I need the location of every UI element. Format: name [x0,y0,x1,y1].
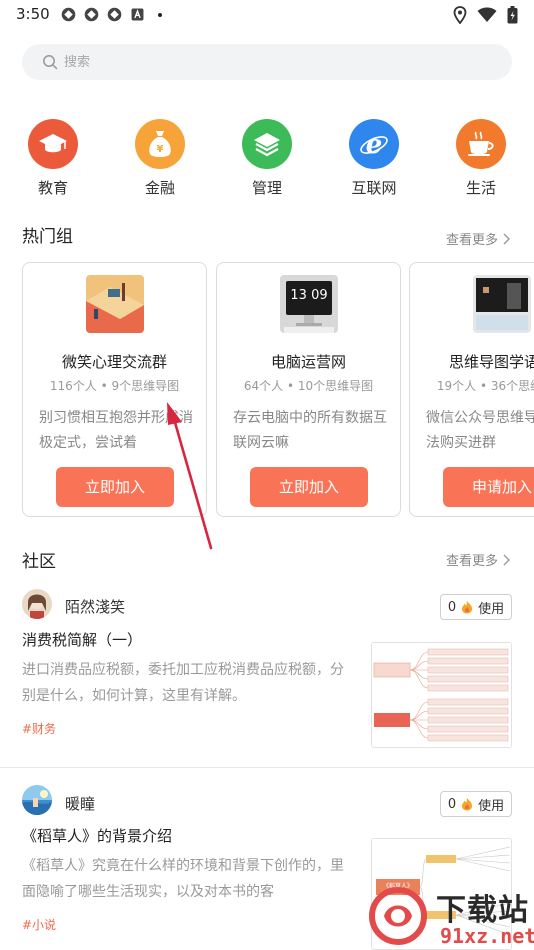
watermark-text: 下载站 [436,893,529,928]
category-education[interactable]: 教育 [18,119,88,198]
a-box-icon [131,8,144,21]
watermark-url: 91xz.net [440,924,534,948]
use-template-button[interactable]: 0 使用 [440,594,512,620]
group-cover-image: 13 09 [280,275,338,333]
group-meta: 116个人 • 9个思维导图 [49,379,180,393]
post-author[interactable]: 暖瞳 [65,793,95,814]
post-title[interactable]: 消费税简解（一） [22,629,142,650]
group-cover-image [86,275,144,333]
layers-icon [242,119,292,169]
group-description: 存云电脑中的所有数据互联网云嘛 [233,410,387,451]
app-notification-icon [107,7,122,22]
svg-text:e: e [366,130,383,160]
category-label: 金融 [144,179,175,197]
category-management[interactable]: 管理 [232,119,302,198]
group-meta: 64个人 • 10个思维导图 [243,379,374,393]
use-label: 使用 [478,601,505,617]
post-divider [0,767,534,768]
post-title[interactable]: 《稻草人》的背景介绍 [22,825,172,846]
app-notification-icon [84,7,99,22]
category-label: 教育 [37,179,68,197]
flame-icon [462,601,473,614]
avatar[interactable] [22,589,52,619]
apply-join-button[interactable]: 申请加入 [443,467,534,507]
post-tag[interactable]: #小说 [22,916,56,933]
notification-icons [60,6,162,23]
chevron-right-icon [503,233,511,244]
graduation-cap-icon [28,119,78,169]
join-group-button[interactable]: 立即加入 [250,467,368,507]
more-notifications-dot [158,12,162,17]
monitor-clock-text: 13 09 [290,288,328,303]
search-input[interactable] [64,44,484,80]
wifi-icon [477,7,497,22]
site-watermark: 下载站 91xz.net [362,880,534,950]
group-cover-image [473,275,531,333]
location-icon [453,6,467,24]
category-finance[interactable]: ¥ 金融 [125,119,195,198]
more-label: 查看更多 [446,554,499,569]
system-icons [453,6,518,24]
community-title: 社区 [22,552,56,572]
mindmap-thumbnail[interactable] [371,642,512,748]
app-notification-icon [61,7,76,22]
community-more-link[interactable]: 查看更多 [446,550,511,569]
status-bar: 3:50 [0,0,534,30]
avatar[interactable] [22,785,52,815]
join-group-button[interactable]: 立即加入 [56,467,174,507]
category-life[interactable]: 生活 [446,119,516,198]
use-label: 使用 [478,798,505,814]
group-meta: 19个人 • 36个思维导图 [436,379,534,393]
group-card[interactable]: 微笑心理交流群 116个人 • 9个思维导图 别习惯相互抱怨并形成消极定式，尝试… [22,262,207,517]
hot-groups-carousel[interactable]: 微笑心理交流群 116个人 • 9个思维导图 别习惯相互抱怨并形成消极定式，尝试… [0,262,534,518]
status-time: 3:50 [16,5,50,23]
category-row: 教育 ¥ 金融 管理 e 互联网 生活 [0,119,534,199]
group-card[interactable]: 思维导图学语法 19个人 • 36个思维导图 微信公众号思维导图学语法购买进群 … [409,262,534,517]
search-icon [43,55,58,70]
svg-text:¥: ¥ [157,144,164,155]
site-logo-icon [369,887,427,945]
flame-icon [462,798,473,811]
use-count: 0 [447,796,457,812]
group-name: 微笑心理交流群 [61,353,167,371]
search-bar[interactable] [22,44,512,80]
category-label: 生活 [465,179,496,197]
post-body: 《稻草人》究竟在什么样的环境和背景下创作的，里面隐喻了哪些生活现实，以及对本书的… [22,858,344,900]
coffee-cup-icon [456,119,506,169]
category-internet[interactable]: e 互联网 [339,119,409,198]
group-name: 思维导图学语法 [448,353,534,371]
internet-explorer-icon: e [349,119,399,169]
hot-groups-title: 热门组 [22,227,73,247]
post-tag[interactable]: #财务 [22,720,56,737]
more-label: 查看更多 [446,233,499,248]
use-template-button[interactable]: 0 使用 [440,791,512,817]
group-description: 别习惯相互抱怨并形成消极定式，尝试着 [39,410,193,451]
money-bag-icon: ¥ [135,119,185,169]
battery-icon [507,6,518,24]
category-label: 管理 [251,179,282,197]
post-author[interactable]: 陌然淺笑 [65,596,125,617]
post-body: 进口消费品应税额，委托加工应税消费品应税额，分别是什么，如何计算，这里有详解。 [22,662,344,704]
category-label: 互联网 [351,179,397,197]
group-description: 微信公众号思维导图学语法购买进群 [426,410,534,451]
group-name: 电脑运营网 [270,353,346,371]
group-card[interactable]: 13 09 电脑运营网 64个人 • 10个思维导图 存云电脑中的所有数据互联网… [216,262,401,517]
hot-groups-more-link[interactable]: 查看更多 [446,229,511,248]
use-count: 0 [447,599,457,615]
chevron-right-icon [503,554,511,565]
